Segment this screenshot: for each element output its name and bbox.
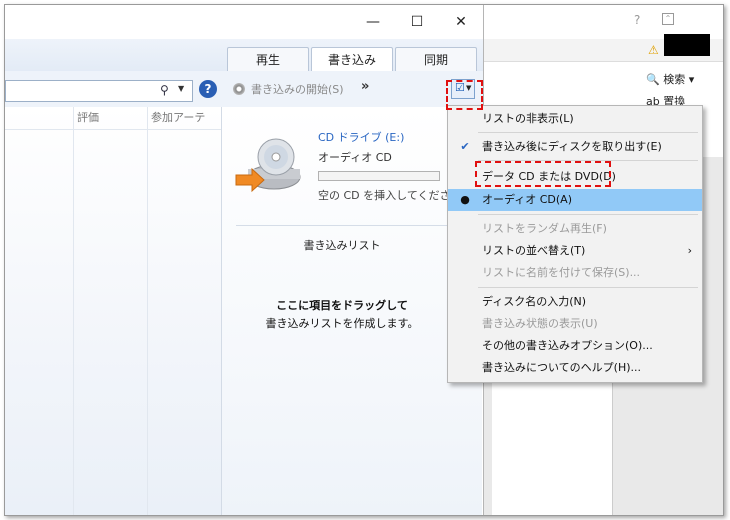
tab-play[interactable]: 再生 xyxy=(227,47,309,72)
menu-separator xyxy=(478,132,698,133)
menu-item-label: その他の書き込みオプション(O)... xyxy=(482,339,653,352)
menu-item-eject-after-burn[interactable]: ✔ 書き込み後にディスクを取り出す(E) xyxy=(448,136,702,158)
find-button[interactable]: 🔍 検索 ▾ xyxy=(646,71,694,87)
search-input[interactable] xyxy=(10,82,154,100)
help-button[interactable]: ? xyxy=(634,13,640,27)
redacted-box xyxy=(664,34,710,56)
drive-name-link[interactable]: CD ドライブ (E:) xyxy=(318,129,404,145)
menu-item-label: 書き込み後にディスクを取り出す(E) xyxy=(482,140,662,153)
start-burn-button[interactable]: 書き込みの開始(S) xyxy=(233,81,344,97)
menu-separator xyxy=(478,214,698,215)
ribbon-pin-icon[interactable]: ⌃ xyxy=(662,13,674,25)
menu-item-sort-list[interactable]: リストの並べ替え(T) › xyxy=(448,240,702,262)
menu-item-label: リストの非表示(L) xyxy=(482,112,574,125)
drag-hint-line2: 書き込みリストを作成します。 xyxy=(265,317,419,330)
burn-pane: CD ドライブ (E:) オーディオ CD 空の CD を挿入してください 書き… xyxy=(222,107,482,515)
menu-item-burn-help[interactable]: 書き込みについてのヘルプ(H)... xyxy=(448,357,702,379)
minimize-button[interactable]: — xyxy=(353,11,393,33)
menu-item-label: 書き込み状態の表示(U) xyxy=(482,317,598,330)
menu-item-label: リストをランダム再生(F) xyxy=(482,222,607,235)
divider xyxy=(236,225,482,226)
menu-item-label: ディスク名の入力(N) xyxy=(482,295,587,308)
menu-item-audio-cd[interactable]: ● オーディオ CD(A) xyxy=(448,189,702,211)
menu-item-shuffle-list: リストをランダム再生(F) xyxy=(448,218,702,240)
column-separator xyxy=(147,107,148,515)
start-burn-label: 書き込みの開始(S) xyxy=(251,83,344,96)
media-player-window: — ☐ ✕ 再生 書き込み 同期 ⚲ ▼ ? 書き込みの開始(S) » ☑ ▼ xyxy=(5,5,484,515)
search-box[interactable]: ⚲ ▼ xyxy=(5,80,193,102)
tab-bar: 再生 書き込み 同期 xyxy=(5,39,483,72)
annotation-highlight-options-button xyxy=(446,80,483,110)
header-divider xyxy=(5,129,221,130)
annotation-highlight-data-cd xyxy=(475,161,611,187)
menu-item-show-burn-status: 書き込み状態の表示(U) xyxy=(448,313,702,335)
search-dropdown-icon[interactable]: ▼ xyxy=(178,84,184,93)
menu-item-label: オーディオ CD(A) xyxy=(482,193,572,206)
column-header-rating[interactable]: 評価 xyxy=(77,107,99,129)
insert-disc-message: 空の CD を挿入してください xyxy=(318,189,462,202)
disc-type: オーディオ CD xyxy=(318,151,392,164)
disc-icon xyxy=(233,83,245,95)
check-icon: ✔ xyxy=(460,140,470,153)
menu-item-disc-name[interactable]: ディスク名の入力(N) xyxy=(448,291,702,313)
column-header-artist[interactable]: 参加アーテ xyxy=(151,107,205,129)
tab-sync[interactable]: 同期 xyxy=(395,47,477,72)
warning-icon: ⚠ xyxy=(648,43,659,57)
menu-item-hide-list[interactable]: リストの非表示(L) xyxy=(448,108,702,130)
menu-separator xyxy=(478,287,698,288)
menu-item-save-list-as: リストに名前を付けて保存(S)... xyxy=(448,262,702,284)
screenshot-frame: ? ⌃ ⚠ 🔍 検索 ▾ ab 置換 — ☐ ✕ 再生 書き込み 同期 ⚲ ▼ xyxy=(4,4,724,516)
search-icon[interactable]: ⚲ xyxy=(160,83,169,97)
menu-item-label: 書き込みについてのヘルプ(H)... xyxy=(482,361,642,374)
title-bar: — ☐ ✕ xyxy=(5,5,483,39)
toolbar: ⚲ ▼ ? 書き込みの開始(S) » ☑ ▼ xyxy=(5,71,483,108)
cd-drive-icon xyxy=(235,138,301,193)
help-icon[interactable]: ? xyxy=(199,80,217,98)
menu-item-label: リストに名前を付けて保存(S)... xyxy=(482,266,641,279)
menu-item-more-options[interactable]: その他の書き込みオプション(O)... xyxy=(448,335,702,357)
maximize-button[interactable]: ☐ xyxy=(397,11,437,33)
capacity-bar xyxy=(318,171,440,181)
burn-options-menu: リストの非表示(L) ✔ 書き込み後にディスクを取り出す(E) データ CD また… xyxy=(447,105,703,383)
more-commands-button[interactable]: » xyxy=(361,79,369,94)
menu-item-label: リストの並べ替え(T) xyxy=(482,244,586,257)
library-pane: 評価 参加アーテ xyxy=(5,107,222,515)
tab-burn[interactable]: 書き込み xyxy=(311,47,393,72)
column-separator xyxy=(73,107,74,515)
drag-hint-line1: ここに項目をドラッグして xyxy=(276,299,408,312)
close-button[interactable]: ✕ xyxy=(441,11,481,33)
find-label: 検索 xyxy=(663,73,686,86)
chevron-right-icon: › xyxy=(687,244,692,257)
radio-bullet-icon: ● xyxy=(460,193,470,206)
burn-list-title: 書き込みリスト xyxy=(303,239,381,252)
